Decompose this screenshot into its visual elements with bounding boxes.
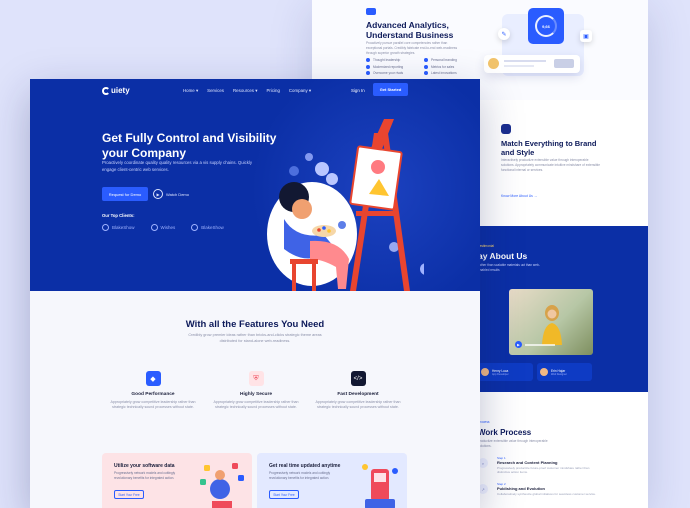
gauge-widget: 9,66 xyxy=(528,8,564,44)
bullet-item: Modernized reporting xyxy=(366,64,418,69)
artist-easel-illustration xyxy=(267,119,424,291)
process-step: ↗ Step 2 Publishing and Evolution Collab… xyxy=(478,482,608,504)
nav-item-services[interactable]: Services xyxy=(207,88,224,94)
nav-item-pricing[interactable]: Pricing xyxy=(266,88,279,94)
avatar xyxy=(481,368,489,376)
check-icon xyxy=(366,58,370,62)
logo-mark-icon xyxy=(102,86,110,95)
brand-description: Interactively productize extensible valu… xyxy=(501,158,601,172)
shield-icon: ⛨ xyxy=(248,371,264,386)
arrow-right-icon: → xyxy=(533,194,538,198)
hero-section: uiety Home ▾ Services Resources ▾ Pricin… xyxy=(30,79,480,291)
gauge-value: 9,66 xyxy=(535,15,557,37)
analytics-bullet-list: Thought leadership Personal branding Mod… xyxy=(366,58,476,75)
main-landing-page: uiety Home ▾ Services Resources ▾ Pricin… xyxy=(30,79,480,508)
video-progress xyxy=(525,344,555,346)
nav-item-company[interactable]: Company ▾ xyxy=(289,88,311,94)
feature-fast-development: </> Fast Development Appropriately grow … xyxy=(315,371,401,410)
analytics-badge-icon xyxy=(366,8,376,15)
feature-good-performance: ◆ Good Performance Appropriately grow co… xyxy=(110,371,196,410)
bullet-item: Thought leadership xyxy=(366,58,418,62)
features-section: With all the Features You Need Credibly … xyxy=(30,291,480,508)
client-logos: BlakeShow Wishes BlakeShow xyxy=(102,224,224,231)
placeholder-line xyxy=(504,65,534,67)
profile-widget xyxy=(484,55,580,73)
play-icon: ▶ xyxy=(153,189,163,199)
features-title: With all the Features You Need xyxy=(185,319,325,330)
chevron-down-icon: ▾ xyxy=(255,88,258,93)
hero-description: Proactively coordinate quality quality r… xyxy=(102,160,252,172)
avatar xyxy=(540,368,548,376)
client-logo-icon xyxy=(102,224,109,231)
watch-demo-button[interactable]: ▶ Watch Demo xyxy=(153,187,189,201)
get-started-button[interactable]: Get Started xyxy=(373,83,408,96)
testimonial-cards: Henry Luca App Developer Erin Hajar Web De… xyxy=(478,363,592,381)
avatar xyxy=(488,58,499,69)
client-logo: BlakeShow xyxy=(191,224,224,231)
work-description: productize extensible value through inte… xyxy=(478,439,548,448)
request-demo-button[interactable]: Request for Demo xyxy=(102,187,148,201)
placeholder-line xyxy=(504,60,546,62)
check-icon xyxy=(424,64,428,69)
check-icon xyxy=(366,64,370,69)
pen-icon: ✎ xyxy=(498,28,510,40)
start-free-button[interactable]: Start Your Free xyxy=(269,490,299,499)
sign-in-link[interactable]: Sign In xyxy=(351,88,365,93)
main-nav: Home ▾ Services Resources ▾ Pricing Comp… xyxy=(183,88,311,94)
check-icon xyxy=(424,58,428,62)
check-icon xyxy=(424,71,428,75)
clients-label: Our Top Clients: xyxy=(102,213,135,218)
chevron-down-icon: ▾ xyxy=(308,88,312,93)
start-free-button[interactable]: Start Your Free xyxy=(114,490,144,499)
nav-item-home[interactable]: Home ▾ xyxy=(183,88,198,94)
client-logo-icon xyxy=(191,224,199,231)
testimonial-card[interactable]: Erin Hajar Web Designer xyxy=(537,363,592,381)
feature-highly-secure: ⛨ Highly Secure Appropriately grow compe… xyxy=(213,371,299,410)
code-icon: </> xyxy=(350,371,366,386)
testimonial-card[interactable]: Henry Luca App Developer xyxy=(478,363,533,381)
people-apps-illustration xyxy=(200,463,244,508)
process-step: ⌕ Step 1 Research and Content Planning P… xyxy=(478,456,608,478)
bullet-item: Overcome your rivals xyxy=(366,71,418,75)
testimonial-eyebrow: Testimonial xyxy=(478,244,494,248)
bullet-item: Latest innovations xyxy=(424,71,476,75)
brand-badge-icon xyxy=(501,124,511,134)
card-icon: ▣ xyxy=(580,30,592,42)
client-logo: Wishes xyxy=(150,224,175,231)
woman-photo xyxy=(542,305,562,345)
features-subtitle: Credibly grow premier ideas rather than … xyxy=(188,333,322,343)
testimonial-description: rather than scalable materials uct than … xyxy=(478,263,540,272)
quiety-logo[interactable]: uiety xyxy=(102,86,130,95)
check-icon xyxy=(366,71,370,75)
analytics-title: Advanced Analytics, Understand Business xyxy=(366,20,454,40)
client-logo-icon xyxy=(150,224,158,231)
promo-card-software-data: Utilize your software data Progressively… xyxy=(102,453,252,508)
promo-card-realtime-updates: Get real time updated anytime Progressiv… xyxy=(257,453,407,508)
analytics-description: Proactively pursue parallel core compete… xyxy=(366,41,458,55)
testimonial-title: ay About Us xyxy=(478,251,528,261)
profile-button[interactable] xyxy=(554,59,574,68)
chevron-down-icon: ▾ xyxy=(195,88,199,93)
video-thumbnail[interactable]: ▶ xyxy=(509,289,593,355)
nav-item-resources[interactable]: Resources ▾ xyxy=(233,88,257,94)
work-title: Work Process xyxy=(478,428,532,437)
bullet-item: Personal branding xyxy=(424,58,476,62)
bullet-item: Metrics for sales xyxy=(424,64,476,69)
layers-icon: ◆ xyxy=(145,371,161,386)
play-icon[interactable]: ▶ xyxy=(515,341,522,348)
brand-title: Match Everything to Brand and Style xyxy=(501,139,597,157)
know-more-link[interactable]: Know More About Us → xyxy=(501,194,537,198)
phone-notifications-illustration xyxy=(362,464,398,508)
client-logo: BlakeShow xyxy=(102,224,135,231)
